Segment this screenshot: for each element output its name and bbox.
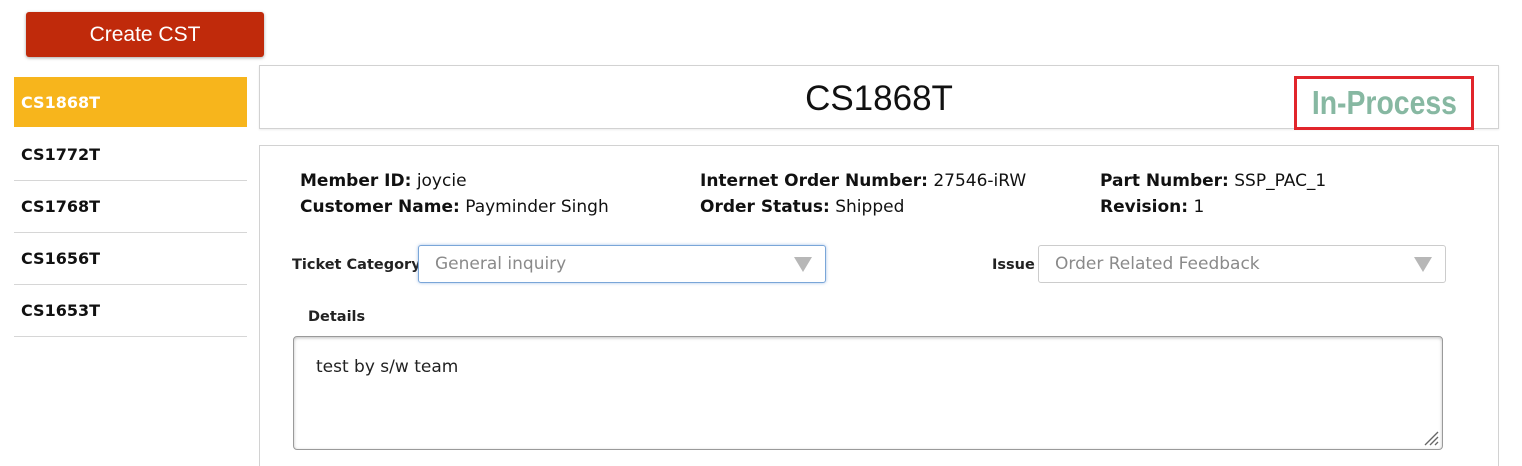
ticket-list-item-cs1772t[interactable]: CS1772T xyxy=(14,129,247,181)
ticket-list-item-cs1768t[interactable]: CS1768T xyxy=(14,181,247,233)
issue-label: Issue xyxy=(992,257,1035,273)
part-number-value: SSP_PAC_1 xyxy=(1234,171,1327,191)
status-highlight-box: In-Process xyxy=(1294,76,1474,130)
ticket-category-select[interactable]: General inquiry xyxy=(418,245,826,283)
ticket-list-item-label: CS1656T xyxy=(21,249,101,268)
ticket-list-item-label: CS1868T xyxy=(21,92,101,112)
details-label: Details xyxy=(308,309,366,325)
part-info: Part Number: SSP_PAC_1 Revision: 1 xyxy=(1100,168,1326,220)
ticket-list-item-cs1656t[interactable]: CS1656T xyxy=(14,233,247,285)
dropdown-arrow-icon xyxy=(1414,257,1432,272)
order-number-value: 27546-iRW xyxy=(933,171,1027,191)
ticket-category-label: Ticket Category xyxy=(292,257,421,273)
member-info: Member ID: joycie Customer Name: Paymind… xyxy=(300,168,609,220)
member-id-row: Member ID: joycie xyxy=(300,168,609,194)
ticket-list-item-label: CS1772T xyxy=(21,145,101,164)
issue-value: Order Related Feedback xyxy=(1055,254,1260,274)
ticket-list-item-cs1868t[interactable]: CS1868T xyxy=(14,77,247,127)
revision-value: 1 xyxy=(1193,197,1205,217)
order-status-label: Order Status: xyxy=(700,197,830,217)
customer-name-value: Payminder Singh xyxy=(465,197,609,217)
ticket-header: CS1868T In-Process xyxy=(259,65,1499,130)
ticket-category-value: General inquiry xyxy=(435,254,567,274)
order-status-row: Order Status: Shipped xyxy=(700,194,1026,220)
revision-label: Revision: xyxy=(1100,197,1189,217)
order-info: Internet Order Number: 27546-iRW Order S… xyxy=(700,168,1026,220)
customer-name-label: Customer Name: xyxy=(300,197,460,217)
status-badge: In-Process xyxy=(1311,84,1457,121)
part-number-row: Part Number: SSP_PAC_1 xyxy=(1100,168,1326,194)
create-cst-button[interactable]: Create CST xyxy=(26,12,264,57)
details-text: test by s/w team xyxy=(316,357,459,377)
order-number-label: Internet Order Number: xyxy=(700,171,928,191)
order-status-value: Shipped xyxy=(835,197,905,217)
ticket-list-item-cs1653t[interactable]: CS1653T xyxy=(14,285,247,337)
resize-grip-icon[interactable] xyxy=(1423,430,1439,446)
part-number-label: Part Number: xyxy=(1100,171,1229,191)
details-textarea[interactable]: test by s/w team xyxy=(293,336,1443,450)
ticket-list: CS1868T CS1772T CS1768T CS1656T CS1653T xyxy=(14,77,247,337)
cst-page: Create CST CS1868T CS1772T CS1768T CS165… xyxy=(0,0,1522,466)
ticket-details-panel: Member ID: joycie Customer Name: Paymind… xyxy=(259,145,1499,466)
issue-select[interactable]: Order Related Feedback xyxy=(1038,245,1446,283)
revision-row: Revision: 1 xyxy=(1100,194,1326,220)
ticket-list-item-label: CS1653T xyxy=(21,301,101,320)
ticket-list-item-label: CS1768T xyxy=(21,197,101,216)
order-number-row: Internet Order Number: 27546-iRW xyxy=(700,168,1026,194)
customer-name-row: Customer Name: Payminder Singh xyxy=(300,194,609,220)
member-id-value: joycie xyxy=(416,171,467,191)
dropdown-arrow-icon xyxy=(794,257,812,272)
member-id-label: Member ID: xyxy=(300,171,412,191)
